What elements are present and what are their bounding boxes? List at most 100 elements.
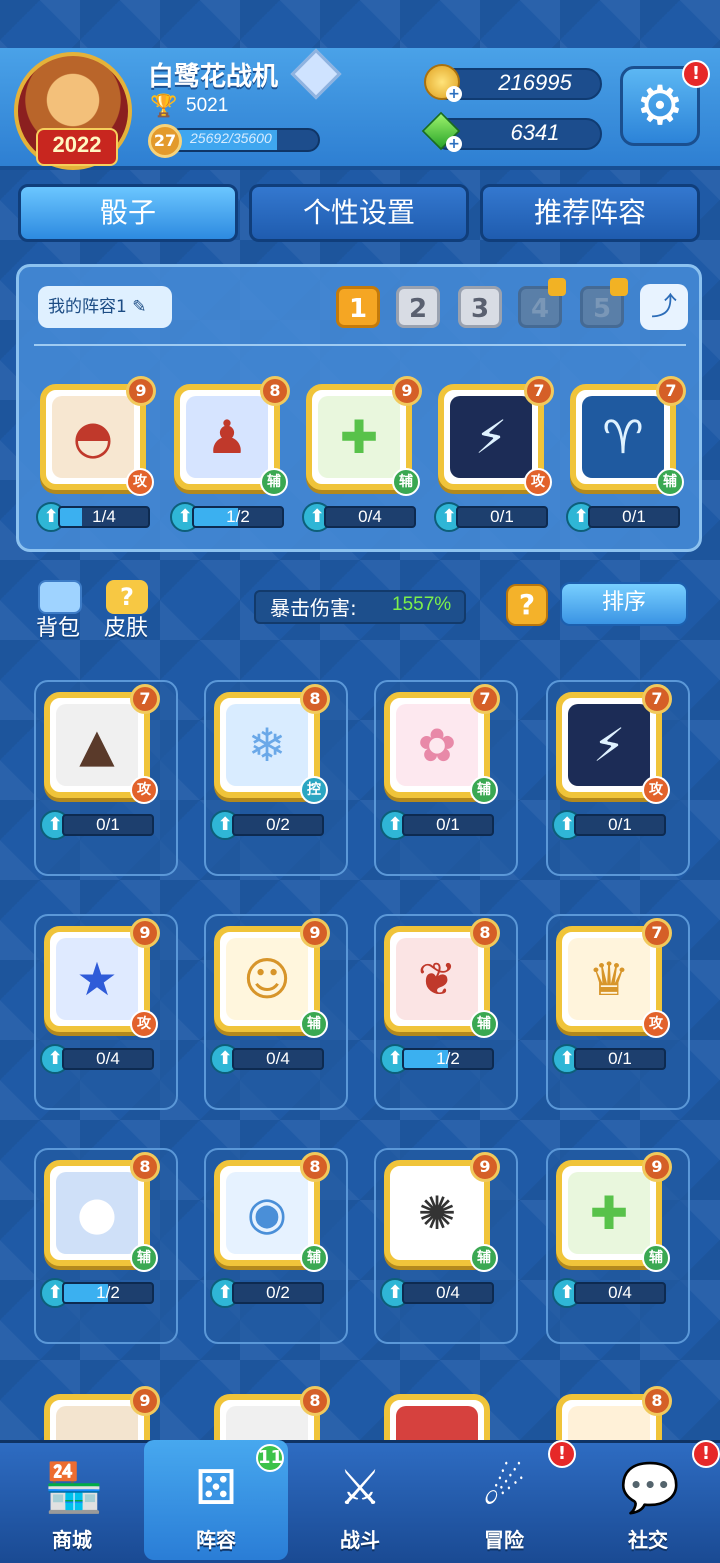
shop-icon: 🏪 [44, 1460, 104, 1516]
backpack-icon[interactable] [38, 580, 82, 614]
silhouette-icon: ♟ [186, 396, 268, 478]
card-level-badge: 8 [642, 1386, 672, 1416]
help-button[interactable]: ? [506, 584, 548, 626]
card-progress-text: 1/2 [226, 507, 250, 526]
lock-icon [610, 278, 628, 296]
card-progress-text: 0/2 [266, 815, 290, 834]
card-progress-bar: 0/4 [324, 506, 416, 528]
player-name: 白鹭花战机 [148, 62, 279, 92]
card-progress-text: 0/1 [608, 1049, 632, 1068]
ice-wings-icon: ❄ [226, 704, 308, 786]
nav-label: 冒险 [484, 1528, 524, 1552]
lucky-cat-icon: ☺ [226, 938, 308, 1020]
level-badge: 27 [148, 124, 182, 158]
card-progress-bar: 0/1 [574, 1048, 666, 1070]
card-progress-bar: 0/1 [402, 814, 494, 836]
card-progress-bar: 0/1 [588, 506, 680, 528]
deck-slot-3[interactable]: 3 [458, 286, 502, 328]
volcano-icon: ▲ [56, 704, 138, 786]
card-progress-text: 1/2 [436, 1049, 460, 1068]
card-level-badge: 9 [470, 1152, 500, 1182]
card-progress-bar: 0/2 [232, 1282, 324, 1304]
tab-dice[interactable]: 骰子 [18, 184, 238, 242]
backpack-label[interactable]: 背包 [36, 610, 80, 642]
settings-alert-badge: ! [682, 60, 710, 88]
card-type-badge: 辅 [470, 1010, 498, 1038]
deck-slot-2[interactable]: 2 [396, 286, 440, 328]
card-progress-bar: 1/2 [402, 1048, 494, 1070]
deck-divider [34, 344, 686, 346]
card-type-badge: 辅 [392, 468, 420, 496]
card-level-badge: 9 [392, 376, 422, 406]
card-type-badge: 攻 [524, 468, 552, 496]
card-progress-text: 0/1 [96, 815, 120, 834]
thunder-hammer-icon: ⚡ [450, 396, 532, 478]
nav-crossed-swords[interactable]: ⚔ 战斗 [288, 1440, 432, 1560]
card-progress-bar: 1/4 [58, 506, 150, 528]
card-type-badge: 攻 [130, 776, 158, 804]
nav-badge: 11 [256, 1444, 284, 1472]
card-progress-bar: 0/1 [456, 506, 548, 528]
card-type-badge: 辅 [260, 468, 288, 496]
gem-value: 6341 [510, 120, 560, 145]
card-type-badge: 攻 [642, 776, 670, 804]
card-progress-text: 0/4 [266, 1049, 290, 1068]
avatar-year-badge: 2022 [36, 128, 118, 166]
deck-name-button[interactable]: 我的阵容1 ✎ [38, 286, 172, 328]
card-level-badge: 8 [300, 1386, 330, 1416]
add-gem-icon[interactable]: + [446, 136, 462, 152]
sort-button[interactable]: 排序 [560, 582, 688, 626]
chat-icon: 💬 [620, 1460, 680, 1516]
card-level-badge: 7 [130, 684, 160, 714]
share-icon: ⤴ [650, 292, 677, 322]
nav-label: 阵容 [196, 1528, 236, 1552]
card-progress-text: 0/4 [96, 1049, 120, 1068]
card-type-badge: 辅 [656, 468, 684, 496]
deck-slot-1[interactable]: 1 [336, 286, 380, 328]
crossed-swords-icon: ⚔ [338, 1460, 382, 1516]
share-button[interactable]: ⤴ [640, 284, 688, 330]
card-progress-bar: 1/2 [62, 1282, 154, 1304]
card-level-badge: 7 [656, 376, 686, 406]
skin-label[interactable]: 皮肤 [104, 610, 148, 642]
gear-icon: ⚙ [635, 74, 685, 137]
card-level-badge: 9 [130, 1386, 160, 1416]
card-progress-text: 0/4 [358, 507, 382, 526]
paw-icon: ❦ [396, 938, 478, 1020]
star-icon: ★ [56, 938, 138, 1020]
card-level-badge: 8 [300, 684, 330, 714]
golden-crown-icon: ♛ [568, 938, 650, 1020]
card-type-badge: 攻 [130, 1010, 158, 1038]
card-level-badge: 8 [260, 376, 290, 406]
card-progress-bar: 0/2 [232, 814, 324, 836]
trophy-icon: 🏆 [150, 94, 178, 119]
card-type-badge: 辅 [642, 1244, 670, 1272]
card-type-badge: 辅 [470, 776, 498, 804]
card-progress-text: 1/4 [92, 507, 116, 526]
card-progress-text: 1/2 [96, 1283, 120, 1302]
edit-pencil-icon: ✎ [132, 297, 147, 317]
card-type-badge: 辅 [300, 1010, 328, 1038]
heal-cross-icon: ✚ [568, 1172, 650, 1254]
card-progress-text: 0/1 [622, 507, 646, 526]
card-level-badge: 7 [642, 684, 672, 714]
nav-shop[interactable]: 🏪 商城 [0, 1440, 144, 1560]
nav-label: 商城 [52, 1528, 92, 1552]
card-progress-bar: 0/1 [62, 814, 154, 836]
card-progress-bar: 0/4 [232, 1048, 324, 1070]
tab-recommended-lineup[interactable]: 推荐阵容 [480, 184, 700, 242]
skin-icon[interactable]: ? [106, 580, 148, 614]
heal-cross-icon: ✚ [318, 396, 400, 478]
nav-label: 社交 [628, 1528, 668, 1552]
card-progress-bar: 0/4 [402, 1282, 494, 1304]
card-level-badge: 7 [470, 684, 500, 714]
card-level-badge: 9 [300, 918, 330, 948]
add-gold-icon[interactable]: + [446, 86, 462, 102]
tab-personalization[interactable]: 个性设置 [249, 184, 469, 242]
ram-constellation-icon: ♈ [582, 396, 664, 478]
card-progress-text: 0/2 [266, 1283, 290, 1302]
card-progress-bar: 0/1 [574, 814, 666, 836]
planet-icon: ☄ [482, 1460, 526, 1516]
hair-icon: ◓ [52, 396, 134, 478]
card-level-badge: 8 [470, 918, 500, 948]
